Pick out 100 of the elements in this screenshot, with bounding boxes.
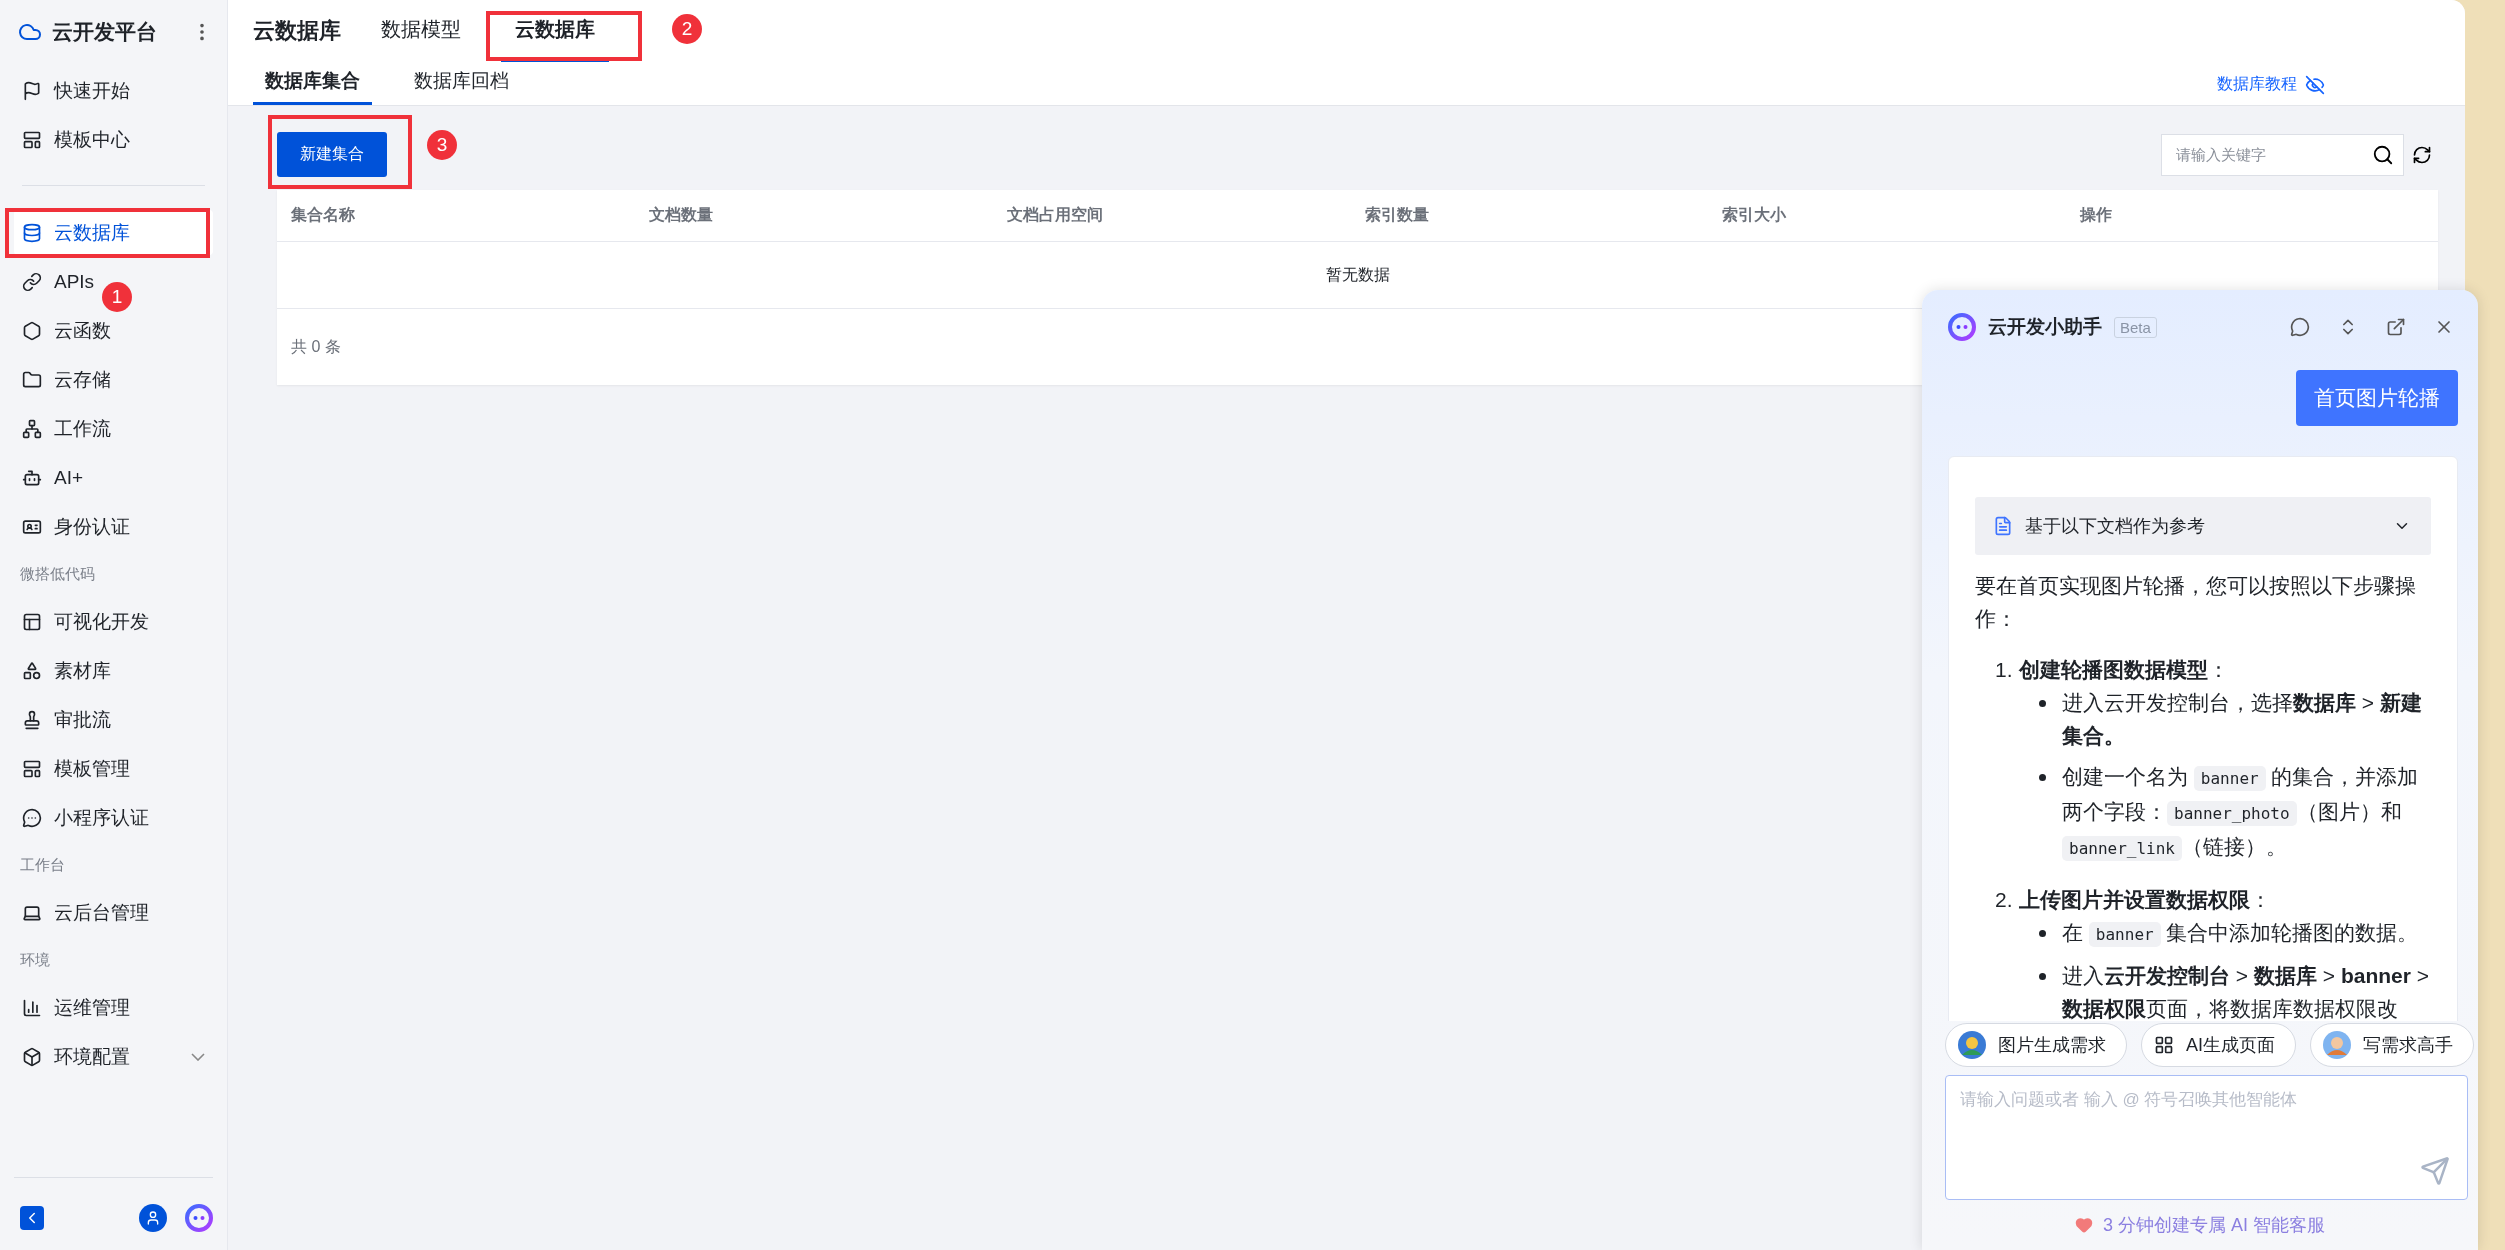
nav-label: APIs: [54, 270, 95, 293]
nav-label: 云数据库: [54, 220, 131, 245]
brand-name: 云开发平台: [52, 19, 158, 45]
nav-item[interactable]: 身份认证: [14, 504, 138, 549]
template-icon: [22, 129, 42, 150]
page-title: 云数据库: [253, 17, 341, 45]
bullet-text: 进入云开发控制台 > 数据库 > banner > 数据权限页面，将数据库数据权限改: [2062, 963, 2430, 1021]
nav-item[interactable]: APIs: [14, 259, 103, 304]
column-header: 文档数量: [648, 205, 714, 225]
hexagon-icon: [22, 320, 42, 341]
bullet-icon: [2039, 973, 2046, 980]
panel-icon: [22, 611, 42, 632]
column-header: 集合名称: [291, 205, 356, 225]
nav-item[interactable]: 小程序认证: [14, 795, 157, 840]
reference-dropdown[interactable]: 基于以下文档作为参考: [1975, 497, 2431, 555]
refresh-icon[interactable]: [2412, 144, 2432, 165]
suggestion-chip[interactable]: AI生成页面: [2141, 1023, 2296, 1067]
robot-icon: [1948, 313, 1976, 341]
nav-item[interactable]: 云后台管理: [14, 890, 157, 935]
nav-item[interactable]: 审批流: [14, 697, 119, 742]
nav-label: 工作流: [54, 416, 111, 441]
database-icon: [22, 222, 42, 243]
search-field[interactable]: 请输入关键字: [2161, 133, 2404, 176]
step-number: 2.: [1995, 887, 2014, 913]
bullet-icon: [2039, 700, 2046, 707]
suggestion-chip[interactable]: 写需求高手: [2310, 1023, 2474, 1067]
column-header: 索引大小: [1722, 205, 1788, 225]
heart-icon: [2075, 1216, 2093, 1234]
step-title: 上传图片并设置数据权限：: [2019, 888, 2271, 911]
flag-icon: [22, 80, 42, 101]
nav-label: AI+: [54, 466, 84, 489]
nav-label: 快速开始: [54, 78, 130, 103]
nav-item[interactable]: 模板中心: [14, 117, 138, 162]
nav-item[interactable]: 云存储: [14, 357, 119, 402]
sub-tab[interactable]: 数据库集合: [253, 68, 372, 105]
shapes-icon: [22, 660, 42, 681]
suggestion-chip[interactable]: 图片生成需求: [1945, 1023, 2127, 1067]
column-header: 索引数量: [1364, 205, 1430, 225]
tab[interactable]: 云数据库: [501, 0, 609, 62]
chat-icon[interactable]: [2290, 317, 2310, 337]
eye-off-icon[interactable]: [2305, 74, 2325, 95]
avatar-icon: [1958, 1031, 1986, 1059]
template-icon: [22, 758, 42, 779]
search-icon[interactable]: [2372, 143, 2394, 166]
nav-label: 云存储: [54, 367, 111, 392]
robot-icon: [185, 1204, 213, 1232]
avatar-icon: [2323, 1031, 2351, 1059]
section-heading: 环境: [19, 949, 51, 970]
bullet-text: 进入云开发控制台，选择数据库 > 新建集合。: [2062, 690, 2423, 749]
nav-item[interactable]: 环境配置: [14, 1034, 213, 1079]
empty-text: 暂无数据: [1325, 264, 1390, 285]
open-external-icon[interactable]: [2386, 317, 2406, 337]
section-heading: 微搭低代码: [19, 563, 96, 584]
nav-label: 素材库: [54, 658, 111, 683]
cube-icon: [22, 1046, 42, 1067]
nav-item[interactable]: 可视化开发: [14, 599, 157, 644]
nav-item[interactable]: 素材库: [14, 648, 119, 693]
bullet-icon: [2039, 774, 2046, 781]
nav-item[interactable]: 工作流: [14, 406, 119, 451]
bar-chart-icon: [22, 997, 42, 1018]
user-message: 首页图片轮播: [2296, 370, 2458, 426]
document-icon: [1993, 516, 2013, 536]
tab[interactable]: 数据模型: [367, 0, 475, 62]
step-title: 创建轮播图数据模型：: [2019, 658, 2229, 681]
nav-label: 模板中心: [54, 127, 130, 152]
nav-label: 运维管理: [54, 995, 130, 1020]
assistant-title: 云开发小助手: [1988, 315, 2102, 339]
nav-item[interactable]: AI+: [14, 455, 92, 500]
link-icon: [22, 271, 42, 292]
column-header: 文档占用空间: [1006, 205, 1104, 225]
collapse-button[interactable]: [20, 1206, 44, 1230]
folder-icon: [22, 369, 42, 390]
user-icon: [145, 1210, 161, 1226]
user-button[interactable]: [139, 1204, 167, 1232]
nav-label: 云后台管理: [54, 900, 149, 925]
nav-label: 小程序认证: [54, 805, 149, 830]
nav-item[interactable]: 运维管理: [14, 985, 138, 1030]
bullet-text: 创建一个名为 banner 的集合，并添加两个字段： banner_photo （图片）和 banner_link （链接）。: [2062, 760, 2431, 865]
column-header: 操作: [2080, 205, 2114, 225]
answer-text: 要在首页实现图片轮播，您可以按照以下步骤操作：: [1975, 573, 2417, 632]
network-icon: [22, 418, 42, 439]
nav-label: 可视化开发: [54, 609, 149, 634]
nav-label: 审批流: [54, 707, 111, 732]
section-heading: 工作台: [19, 854, 66, 875]
grid-icon: [2154, 1035, 2174, 1055]
beta-badge: Beta: [2114, 316, 2157, 338]
nav-label: 身份认证: [54, 514, 130, 539]
tutorial-link[interactable]: 数据库教程: [2217, 74, 2297, 95]
message-input[interactable]: 请输入问题或者 输入 @ 符号召唤其他智能体: [1945, 1075, 2468, 1200]
nav-item[interactable]: 模板管理: [14, 746, 138, 791]
bullet-icon: [2039, 930, 2046, 937]
nav-item[interactable]: 快速开始: [14, 68, 138, 113]
nav-label: 模板管理: [54, 756, 130, 781]
stamp-icon: [22, 709, 42, 730]
chat-bubble-icon: [22, 807, 42, 828]
sub-tab[interactable]: 数据库回档: [402, 68, 521, 105]
nav-label: 云函数: [54, 318, 111, 343]
nav-label: 环境配置: [54, 1044, 131, 1069]
create-button[interactable]: 新建集合: [277, 132, 387, 177]
total-count: 共 0 条: [291, 336, 341, 357]
